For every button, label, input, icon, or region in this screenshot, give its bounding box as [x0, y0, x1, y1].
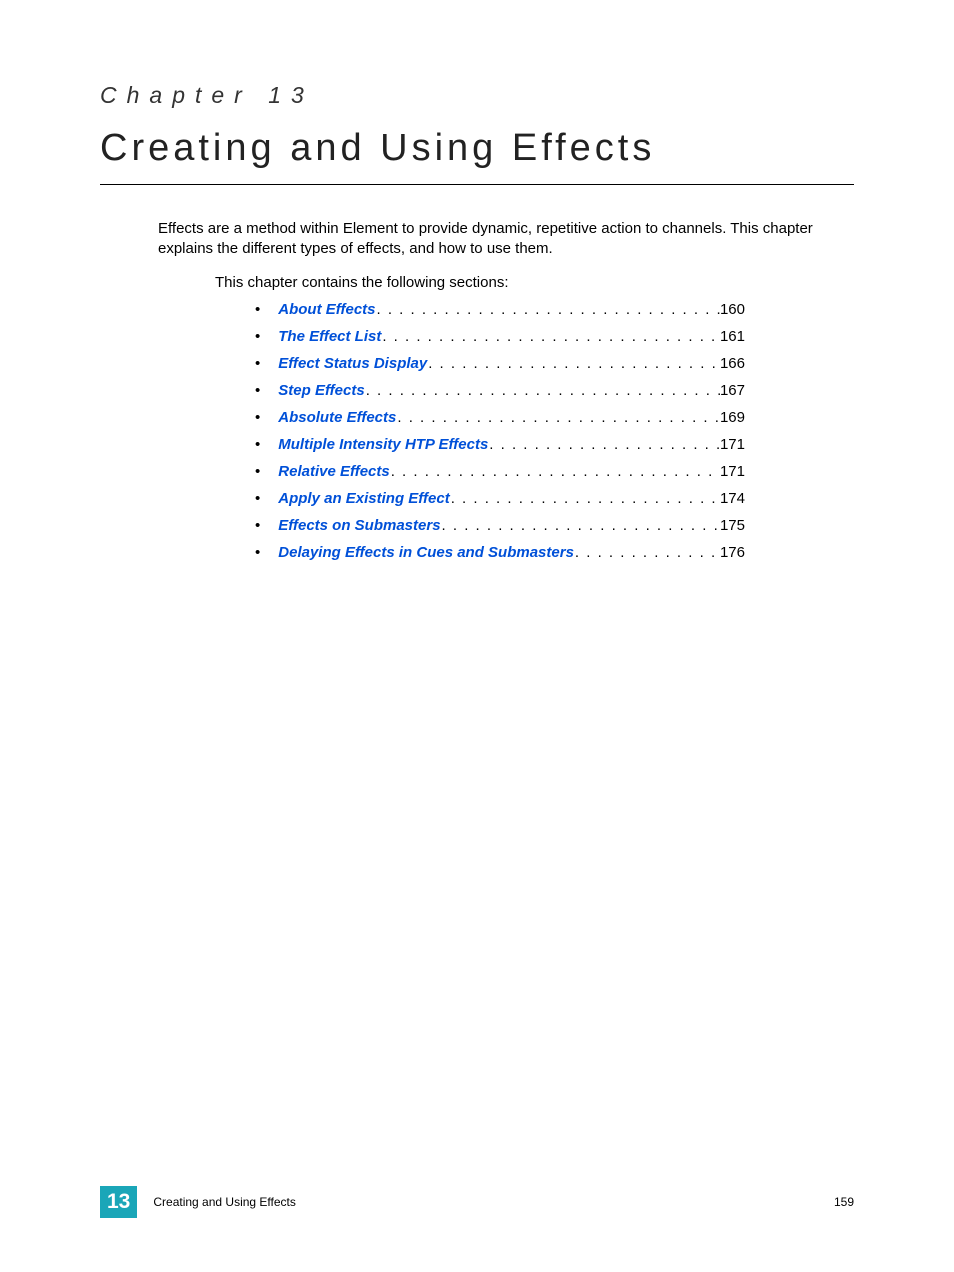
footer-chapter-title: Creating and Using Effects: [153, 1195, 296, 1209]
toc-item: • Step Effects 167: [255, 382, 745, 399]
toc-link[interactable]: Delaying Effects in Cues and Submasters: [278, 544, 574, 561]
toc-leader: [376, 301, 720, 318]
toc-link[interactable]: Apply an Existing Effect: [278, 490, 449, 507]
toc-leader: [488, 436, 720, 453]
bullet-icon: •: [255, 355, 260, 372]
toc-leader: [396, 409, 720, 426]
toc-link[interactable]: Multiple Intensity HTP Effects: [278, 436, 488, 453]
toc-leader: [365, 382, 720, 399]
toc-item: • Delaying Effects in Cues and Submaster…: [255, 544, 745, 561]
toc-page: 166: [720, 355, 745, 372]
toc-link[interactable]: Step Effects: [278, 382, 364, 399]
toc-leader: [450, 490, 720, 507]
toc-list: • About Effects 160 • The Effect List 16…: [255, 301, 854, 561]
bullet-icon: •: [255, 544, 260, 561]
toc-item: • Relative Effects 171: [255, 463, 745, 480]
toc-item: • Effects on Submasters 175: [255, 517, 745, 534]
bullet-icon: •: [255, 463, 260, 480]
toc-link[interactable]: Effect Status Display: [278, 355, 427, 372]
chapter-number-badge: 13: [100, 1186, 137, 1218]
toc-item: • Absolute Effects 169: [255, 409, 745, 426]
toc-item: • Apply an Existing Effect 174: [255, 490, 745, 507]
intro-paragraph: Effects are a method within Element to p…: [158, 219, 854, 260]
toc-item: • Multiple Intensity HTP Effects 171: [255, 436, 745, 453]
chapter-label: Chapter 13: [100, 82, 854, 109]
page-footer: 13 Creating and Using Effects 159: [100, 1186, 854, 1218]
bullet-icon: •: [255, 436, 260, 453]
chapter-title: Creating and Using Effects: [100, 127, 854, 185]
toc-leader: [381, 328, 720, 345]
bullet-icon: •: [255, 301, 260, 318]
toc-page: 160: [720, 301, 745, 318]
toc-link[interactable]: The Effect List: [278, 328, 381, 345]
toc-item: • Effect Status Display 166: [255, 355, 745, 372]
toc-link[interactable]: Absolute Effects: [278, 409, 396, 426]
bullet-icon: •: [255, 490, 260, 507]
sections-intro: This chapter contains the following sect…: [215, 274, 854, 291]
bullet-icon: •: [255, 328, 260, 345]
toc-page: 176: [720, 544, 745, 561]
bullet-icon: •: [255, 409, 260, 426]
bullet-icon: •: [255, 517, 260, 534]
toc-page: 167: [720, 382, 745, 399]
toc-page: 175: [720, 517, 745, 534]
toc-link[interactable]: Relative Effects: [278, 463, 389, 480]
toc-item: • The Effect List 161: [255, 328, 745, 345]
toc-page: 174: [720, 490, 745, 507]
toc-leader: [427, 355, 720, 372]
toc-leader: [441, 517, 720, 534]
bullet-icon: •: [255, 382, 260, 399]
toc-page: 161: [720, 328, 745, 345]
toc-link[interactable]: Effects on Submasters: [278, 517, 440, 534]
toc-item: • About Effects 160: [255, 301, 745, 318]
toc-page: 171: [720, 436, 745, 453]
footer-page-number: 159: [834, 1195, 854, 1209]
toc-leader: [390, 463, 720, 480]
toc-page: 169: [720, 409, 745, 426]
toc-leader: [574, 544, 720, 561]
toc-page: 171: [720, 463, 745, 480]
toc-link[interactable]: About Effects: [278, 301, 375, 318]
